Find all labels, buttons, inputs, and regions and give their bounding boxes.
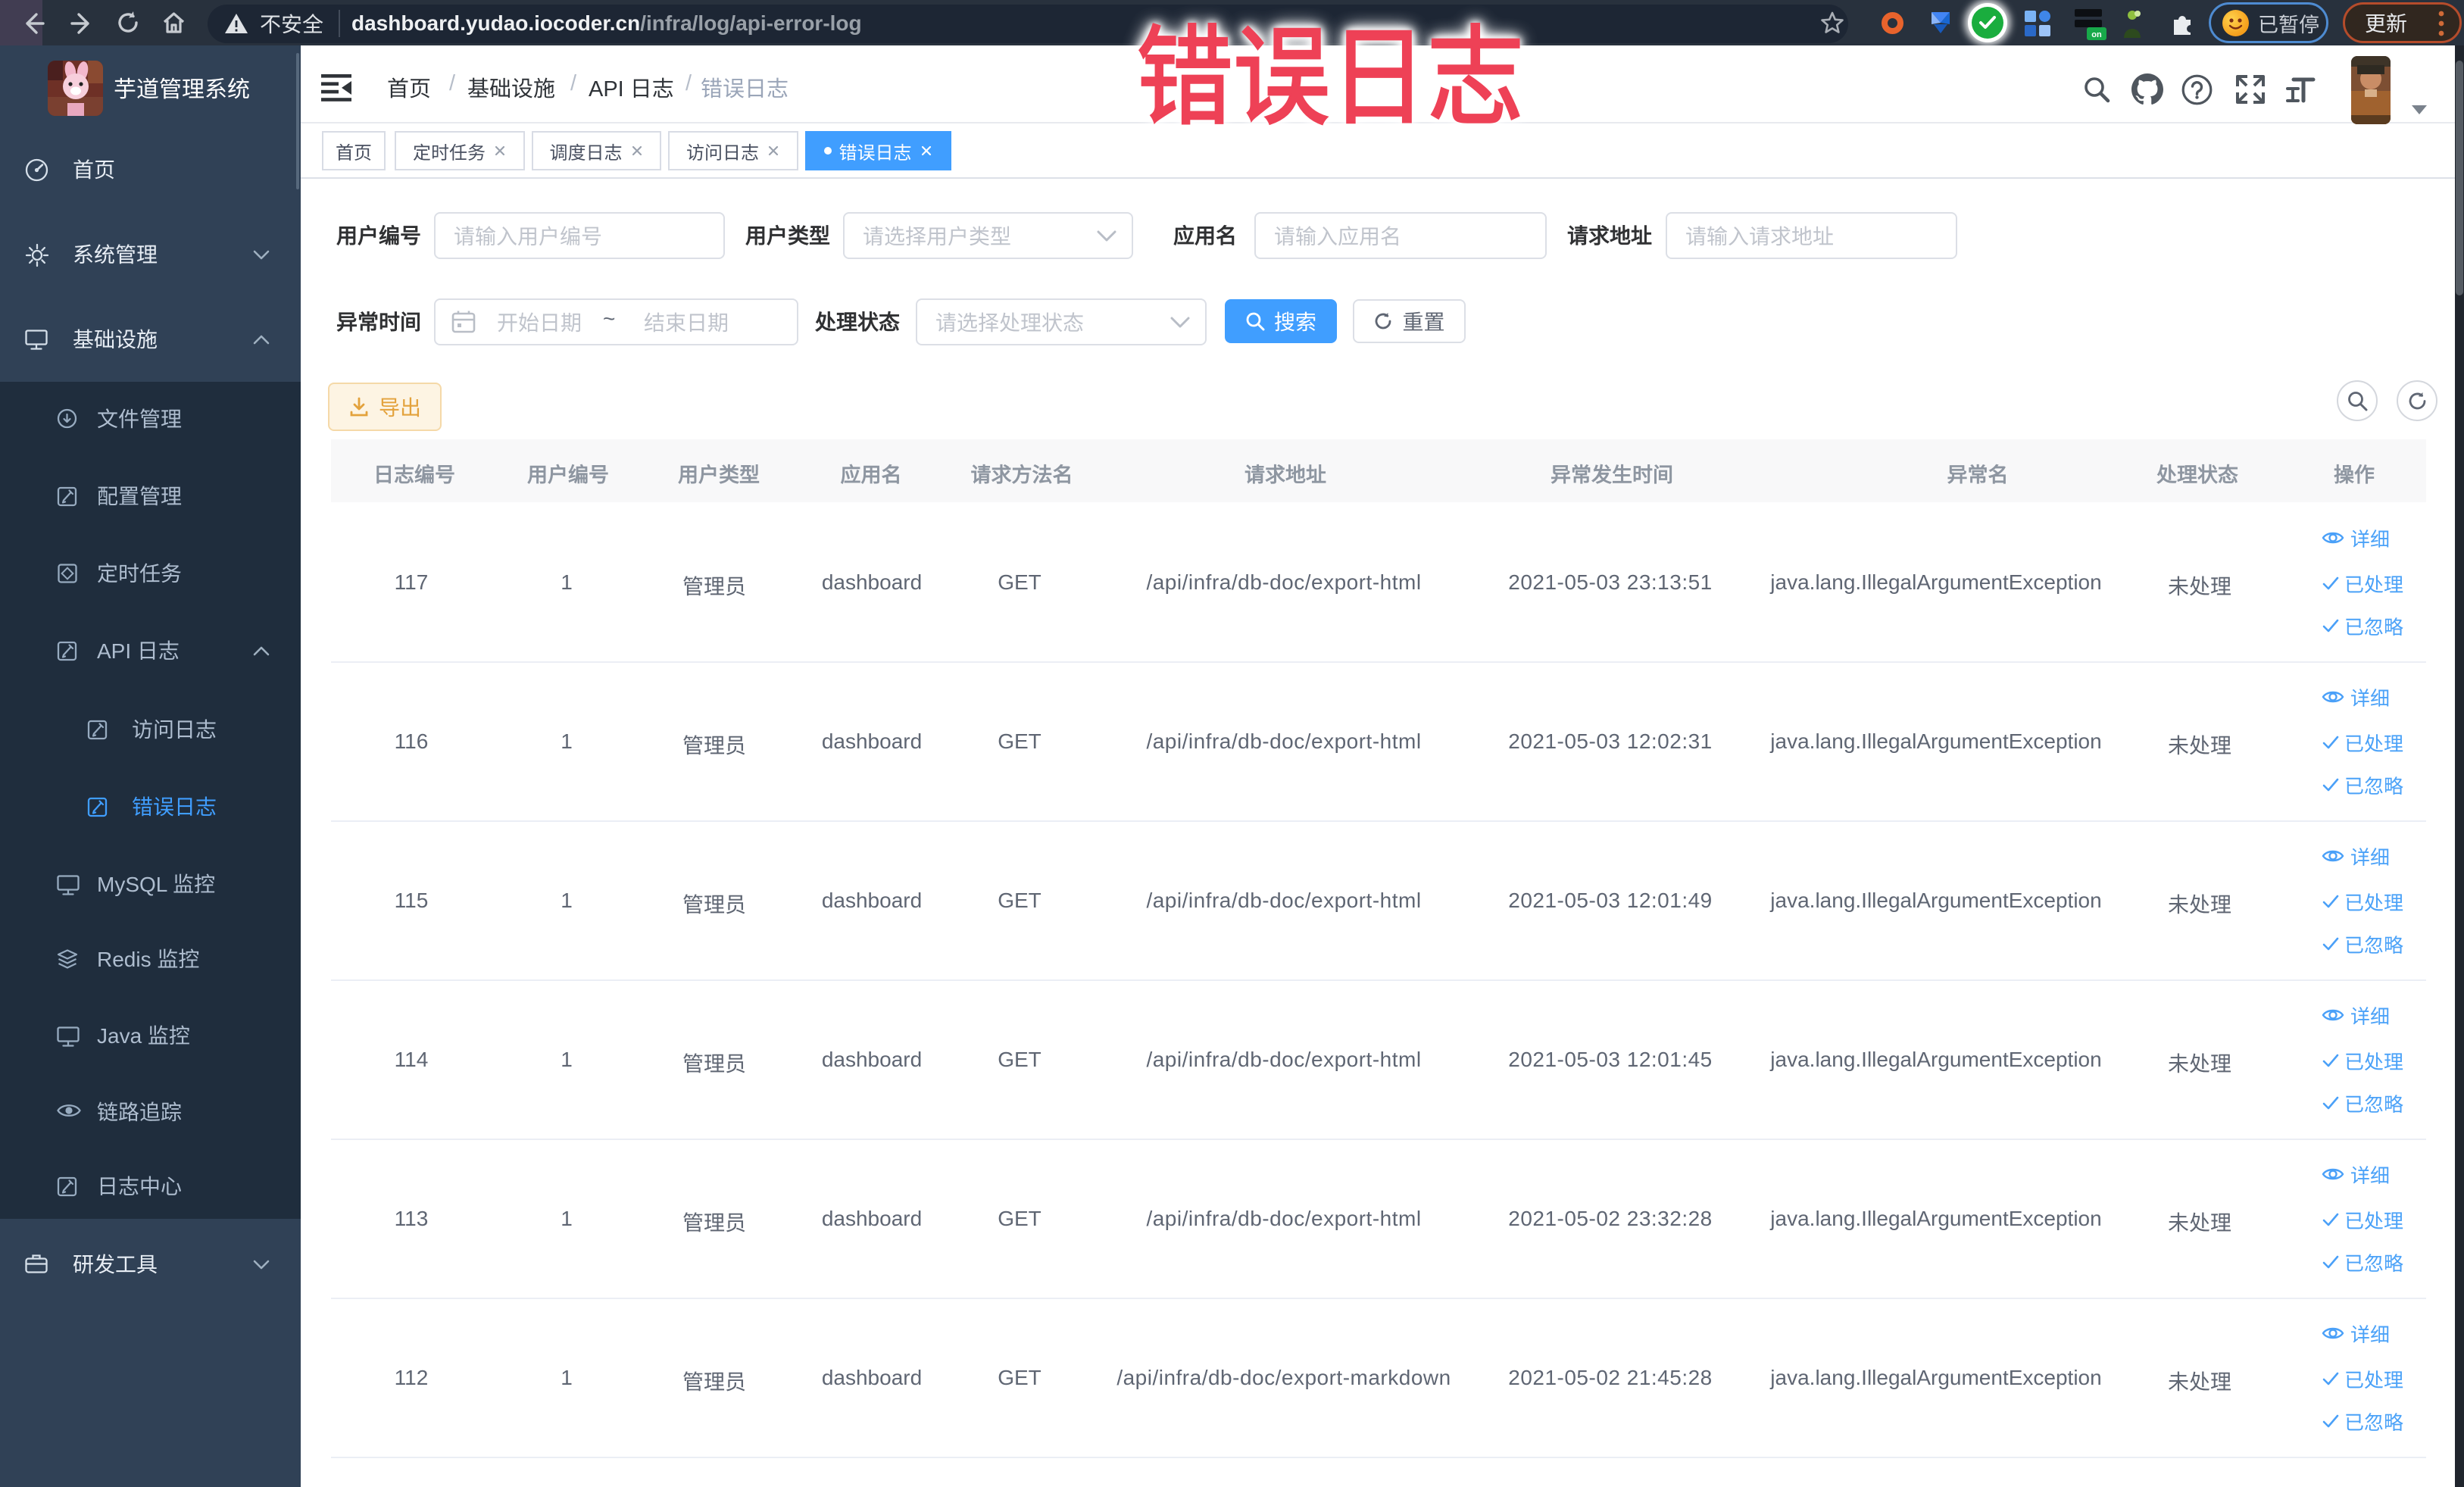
- svg-text:on: on: [2091, 30, 2102, 39]
